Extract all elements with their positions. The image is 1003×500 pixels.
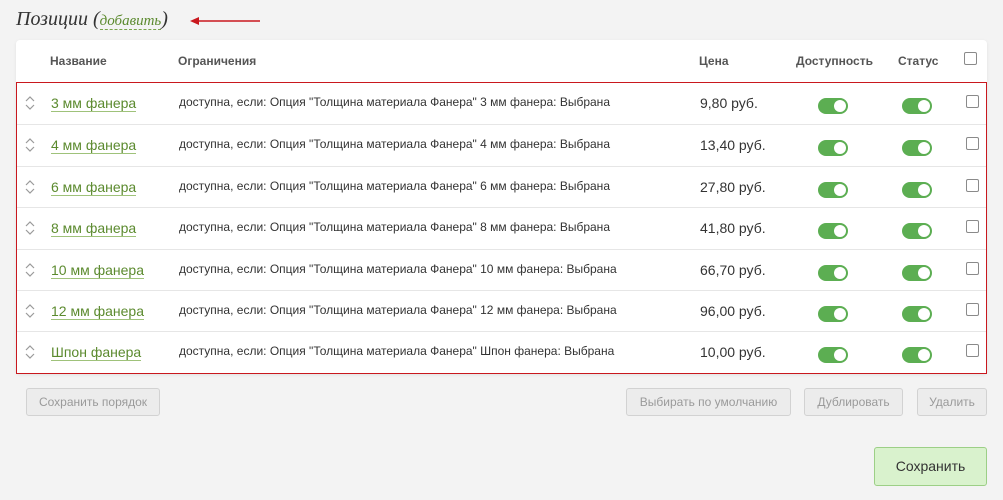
- availability-toggle[interactable]: [818, 265, 848, 281]
- position-name-link[interactable]: 4 мм фанера: [51, 137, 137, 154]
- availability-toggle[interactable]: [818, 98, 848, 114]
- position-constraint: доступна, если: Опция "Толщина материала…: [179, 137, 610, 151]
- row-checkbox[interactable]: [966, 344, 979, 357]
- open-paren: (: [92, 8, 100, 30]
- column-header-status: Статус: [898, 54, 939, 68]
- availability-toggle[interactable]: [818, 182, 848, 198]
- position-price: 27,80 руб.: [700, 179, 766, 195]
- position-name-link[interactable]: 12 мм фанера: [51, 303, 144, 320]
- position-constraint: доступна, если: Опция "Толщина материала…: [179, 95, 610, 109]
- status-toggle[interactable]: [902, 140, 932, 156]
- drag-handle-icon[interactable]: [25, 344, 35, 360]
- status-toggle[interactable]: [902, 347, 932, 363]
- position-price: 9,80 руб.: [700, 95, 758, 111]
- row-checkbox[interactable]: [966, 137, 979, 150]
- drag-handle-icon[interactable]: [25, 220, 35, 236]
- positions-page: Позиции (добавить) Название Ограничения …: [0, 0, 1003, 500]
- status-toggle[interactable]: [902, 223, 932, 239]
- table-row: 4 мм фанера доступна, если: Опция "Толщи…: [17, 124, 986, 166]
- section-title-text: Позиции: [16, 8, 88, 30]
- save-order-button[interactable]: Сохранить порядок: [26, 388, 160, 416]
- position-name-link[interactable]: Шпон фанера: [51, 344, 142, 361]
- status-toggle[interactable]: [902, 98, 932, 114]
- position-constraint: доступна, если: Опция "Толщина материала…: [179, 344, 615, 358]
- position-constraint: доступна, если: Опция "Толщина материала…: [179, 262, 617, 276]
- status-toggle[interactable]: [902, 265, 932, 281]
- position-constraint: доступна, если: Опция "Толщина материала…: [179, 303, 617, 317]
- column-header-price: Цена: [699, 54, 729, 68]
- drag-handle-icon[interactable]: [25, 95, 35, 111]
- position-name-link[interactable]: 6 мм фанера: [51, 179, 137, 196]
- column-header-availability: Доступность: [796, 54, 873, 68]
- row-checkbox[interactable]: [966, 95, 979, 108]
- table-header: Название Ограничения Цена Доступность Ст…: [16, 40, 987, 82]
- drag-handle-icon[interactable]: [25, 179, 35, 195]
- row-checkbox[interactable]: [966, 262, 979, 275]
- status-toggle[interactable]: [902, 306, 932, 322]
- position-name-link[interactable]: 10 мм фанера: [51, 262, 144, 279]
- column-header-name: Название: [50, 54, 107, 68]
- row-checkbox[interactable]: [966, 220, 979, 233]
- position-name-link[interactable]: 3 мм фанера: [51, 95, 137, 112]
- position-constraint: доступна, если: Опция "Толщина материала…: [179, 220, 610, 234]
- availability-toggle[interactable]: [818, 347, 848, 363]
- row-checkbox[interactable]: [966, 179, 979, 192]
- availability-toggle[interactable]: [818, 140, 848, 156]
- availability-toggle[interactable]: [818, 223, 848, 239]
- table-row: 8 мм фанера доступна, если: Опция "Толщи…: [17, 207, 986, 249]
- drag-handle-icon[interactable]: [25, 303, 35, 319]
- position-price: 10,00 руб.: [700, 344, 766, 360]
- positions-list: 3 мм фанера доступна, если: Опция "Толщи…: [16, 82, 987, 374]
- table-row: 3 мм фанера доступна, если: Опция "Толщи…: [17, 83, 986, 125]
- position-price: 13,40 руб.: [700, 137, 766, 153]
- close-paren: ): [161, 8, 168, 30]
- position-price: 41,80 руб.: [700, 220, 766, 236]
- drag-handle-icon[interactable]: [25, 137, 35, 153]
- table-row: 10 мм фанера доступна, если: Опция "Толщ…: [17, 249, 986, 291]
- table-row: 6 мм фанера доступна, если: Опция "Толщи…: [17, 166, 986, 208]
- position-price: 96,00 руб.: [700, 303, 766, 319]
- table-row: 12 мм фанера доступна, если: Опция "Толщ…: [17, 290, 986, 332]
- positions-table: Название Ограничения Цена Доступность Ст…: [16, 40, 987, 374]
- save-button[interactable]: Сохранить: [874, 447, 987, 486]
- availability-toggle[interactable]: [818, 306, 848, 322]
- position-constraint: доступна, если: Опция "Толщина материала…: [179, 179, 610, 193]
- row-checkbox[interactable]: [966, 303, 979, 316]
- section-title: Позиции (добавить): [16, 8, 168, 31]
- position-price: 66,70 руб.: [700, 262, 766, 278]
- delete-button[interactable]: Удалить: [917, 388, 987, 416]
- set-default-button[interactable]: Выбирать по умолчанию: [626, 388, 791, 416]
- column-header-constraints: Ограничения: [178, 54, 257, 68]
- select-all-checkbox[interactable]: [964, 52, 977, 65]
- duplicate-button[interactable]: Дублировать: [804, 388, 903, 416]
- position-name-link[interactable]: 8 мм фанера: [51, 220, 137, 237]
- drag-handle-icon[interactable]: [25, 262, 35, 278]
- status-toggle[interactable]: [902, 182, 932, 198]
- add-position-link[interactable]: добавить: [99, 13, 162, 30]
- table-row: Шпон фанера доступна, если: Опция "Толщи…: [17, 331, 986, 373]
- annotation-arrow-icon: [190, 17, 260, 25]
